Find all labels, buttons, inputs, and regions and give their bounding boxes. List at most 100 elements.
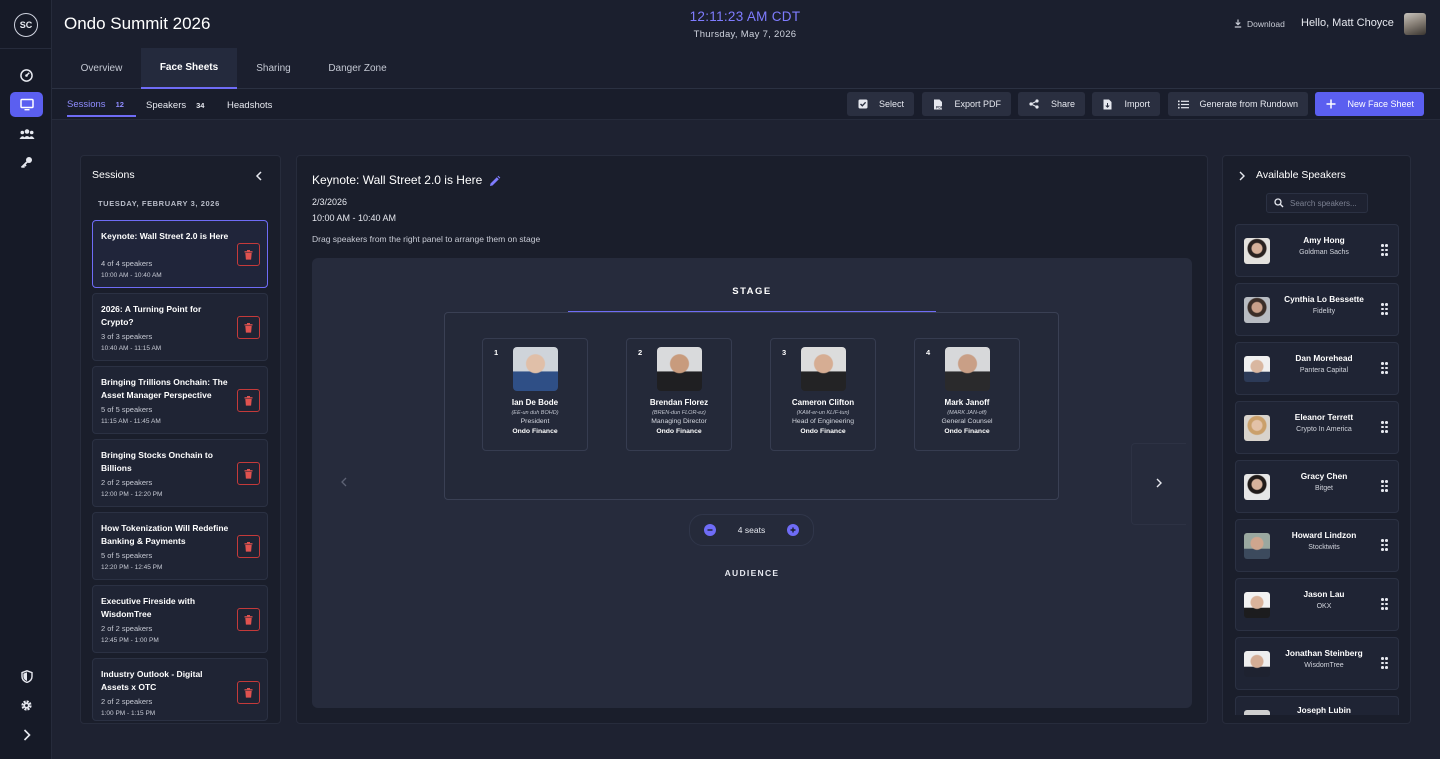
seat-number: 1 bbox=[494, 348, 499, 357]
edit-pencil-icon[interactable] bbox=[488, 175, 501, 193]
delete-session-button[interactable] bbox=[237, 389, 260, 412]
increase-seats-button[interactable] bbox=[787, 524, 799, 536]
session-card[interactable]: 2026: A Turning Point for Crypto? 3 of 3… bbox=[92, 293, 268, 361]
delete-session-button[interactable] bbox=[237, 462, 260, 485]
session-title: Executive Fireside with WisdomTree bbox=[101, 596, 196, 619]
key-icon[interactable] bbox=[10, 150, 43, 175]
sessions-count: 12 bbox=[115, 100, 124, 109]
speaker-name: Jonathan Steinberg bbox=[1285, 648, 1363, 658]
delete-session-button[interactable] bbox=[237, 535, 260, 558]
speaker-card[interactable]: Dan Morehead Pantera Capital bbox=[1235, 342, 1399, 395]
seat-pronunciation: (BREN-dun FLOR-ez) bbox=[652, 410, 706, 416]
session-card[interactable]: How Tokenization Will Redefine Banking &… bbox=[92, 512, 268, 580]
tab-danger-zone[interactable]: Danger Zone bbox=[310, 48, 405, 89]
collapse-sessions-icon[interactable] bbox=[254, 169, 264, 187]
speaker-photo bbox=[1244, 592, 1270, 618]
share-button[interactable]: Share bbox=[1018, 92, 1085, 116]
search-icon bbox=[1274, 198, 1284, 208]
speaker-photo bbox=[1244, 651, 1270, 677]
stage-seat[interactable]: 2 Brendan Florez (BREN-dun FLOR-ez) Mana… bbox=[626, 338, 732, 451]
available-speakers-title: Available Speakers bbox=[1256, 169, 1346, 181]
select-label: Select bbox=[878, 99, 904, 109]
drag-handle-icon[interactable] bbox=[1381, 303, 1389, 315]
drag-handle-icon[interactable] bbox=[1381, 244, 1389, 256]
tab-sharing[interactable]: Sharing bbox=[237, 48, 310, 89]
speaker-card[interactable]: Jason Lau OKX bbox=[1235, 578, 1399, 631]
expand-sidebar-icon[interactable] bbox=[10, 722, 43, 747]
session-speaker-count: 5 of 5 speakers bbox=[101, 551, 153, 560]
speaker-card[interactable]: Joseph Lubin bbox=[1235, 696, 1399, 715]
event-title: Ondo Summit 2026 bbox=[64, 14, 211, 33]
share-icon bbox=[1028, 99, 1039, 110]
expand-speakers-icon[interactable] bbox=[1238, 169, 1246, 187]
delete-session-button[interactable] bbox=[237, 316, 260, 339]
speaker-card[interactable]: Cynthia Lo Bessette Fidelity bbox=[1235, 283, 1399, 336]
subtab-speakers[interactable]: Speakers 34 bbox=[146, 94, 204, 117]
seat-role: Managing Director bbox=[651, 418, 707, 425]
speaker-card[interactable]: Eleanor Terrett Crypto In America bbox=[1235, 401, 1399, 454]
session-card[interactable]: Bringing Trillions Onchain: The Asset Ma… bbox=[92, 366, 268, 434]
drag-handle-icon[interactable] bbox=[1381, 657, 1389, 669]
seat-role: Head of Engineering bbox=[792, 418, 854, 425]
sessions-panel-title: Sessions bbox=[92, 169, 135, 181]
session-card[interactable]: Executive Fireside with WisdomTree 2 of … bbox=[92, 585, 268, 653]
drag-handle-icon[interactable] bbox=[1381, 539, 1389, 551]
plus-icon bbox=[790, 527, 796, 533]
stage-seat[interactable]: 4 Mark Janoff (MARK JAN-off) General Cou… bbox=[914, 338, 1020, 451]
drag-handle-icon[interactable] bbox=[1381, 480, 1389, 492]
delete-session-button[interactable] bbox=[237, 608, 260, 631]
prev-arrow-icon[interactable] bbox=[340, 476, 348, 491]
tab-overview[interactable]: Overview bbox=[52, 48, 151, 89]
shield-icon[interactable] bbox=[10, 664, 43, 689]
subtab-speakers-label: Speakers bbox=[146, 100, 187, 111]
seat-organization: Ondo Finance bbox=[512, 428, 558, 435]
user-avatar[interactable] bbox=[1404, 13, 1426, 35]
speaker-card[interactable]: Jonathan Steinberg WisdomTree bbox=[1235, 637, 1399, 690]
session-time: 12:20 PM - 12:45 PM bbox=[101, 564, 163, 571]
import-label: Import bbox=[1124, 99, 1150, 109]
download-button[interactable]: Download bbox=[1228, 14, 1290, 33]
subtab-sessions-label: Sessions bbox=[67, 99, 106, 110]
day-label: TUESDAY, FEBRUARY 3, 2026 bbox=[98, 199, 220, 208]
new-face-sheet-button[interactable]: New Face Sheet bbox=[1315, 92, 1424, 116]
import-button[interactable]: Import bbox=[1092, 92, 1160, 116]
subtab-sessions[interactable]: Sessions 12 bbox=[67, 94, 136, 117]
plus-icon bbox=[1325, 99, 1336, 110]
export-pdf-button[interactable]: PDF Export PDF bbox=[922, 92, 1011, 116]
users-icon[interactable] bbox=[10, 121, 43, 146]
delete-session-button[interactable] bbox=[237, 681, 260, 704]
next-arrow-icon[interactable] bbox=[1155, 477, 1163, 492]
session-time: 12:00 PM - 12:20 PM bbox=[101, 491, 163, 498]
drag-handle-icon[interactable] bbox=[1381, 598, 1389, 610]
speaker-card[interactable]: Gracy Chen Bitget bbox=[1235, 460, 1399, 513]
search-speakers-input[interactable]: Search speakers... bbox=[1266, 193, 1368, 213]
checkbox-icon bbox=[857, 99, 868, 110]
speaker-org: Pantera Capital bbox=[1299, 367, 1349, 374]
stage-seat[interactable]: 3 Cameron Clifton (KAM-er-un KLIF-tun) H… bbox=[770, 338, 876, 451]
session-card[interactable]: Industry Outlook - Digital Assets x OTC … bbox=[92, 658, 268, 721]
decrease-seats-button[interactable] bbox=[704, 524, 716, 536]
session-title: Keynote: Wall Street 2.0 is Here bbox=[101, 231, 229, 241]
tab-face-sheets[interactable]: Face Sheets bbox=[141, 48, 237, 89]
session-card[interactable]: Bringing Stocks Onchain to Billions 2 of… bbox=[92, 439, 268, 507]
monitor-icon[interactable] bbox=[10, 92, 43, 117]
drag-handle-icon[interactable] bbox=[1381, 362, 1389, 374]
app-logo[interactable]: SC bbox=[14, 13, 38, 37]
generate-from-rundown-button[interactable]: Generate from Rundown bbox=[1168, 92, 1308, 116]
seat-speaker-name: Cameron Clifton bbox=[791, 398, 855, 407]
gear-icon[interactable] bbox=[10, 693, 43, 718]
session-card[interactable]: Keynote: Wall Street 2.0 is Here 4 of 4 … bbox=[92, 220, 268, 288]
subtab-headshots[interactable]: Headshots bbox=[227, 94, 272, 117]
seat-number: 2 bbox=[638, 348, 643, 357]
search-placeholder: Search speakers... bbox=[1290, 198, 1357, 208]
speaker-headshot bbox=[513, 347, 558, 391]
select-button[interactable]: Select bbox=[847, 92, 914, 116]
trash-icon bbox=[244, 395, 253, 406]
stage-seat[interactable]: 1 Ian De Bode (EE-un duh BOHD) President… bbox=[482, 338, 588, 451]
speaker-card[interactable]: Howard Lindzon Stocktwits bbox=[1235, 519, 1399, 572]
delete-session-button[interactable] bbox=[237, 243, 260, 266]
drag-handle-icon[interactable] bbox=[1381, 421, 1389, 433]
trash-icon bbox=[244, 541, 253, 552]
dashboard-icon[interactable] bbox=[10, 63, 43, 88]
speaker-card[interactable]: Amy Hong Goldman Sachs bbox=[1235, 224, 1399, 277]
